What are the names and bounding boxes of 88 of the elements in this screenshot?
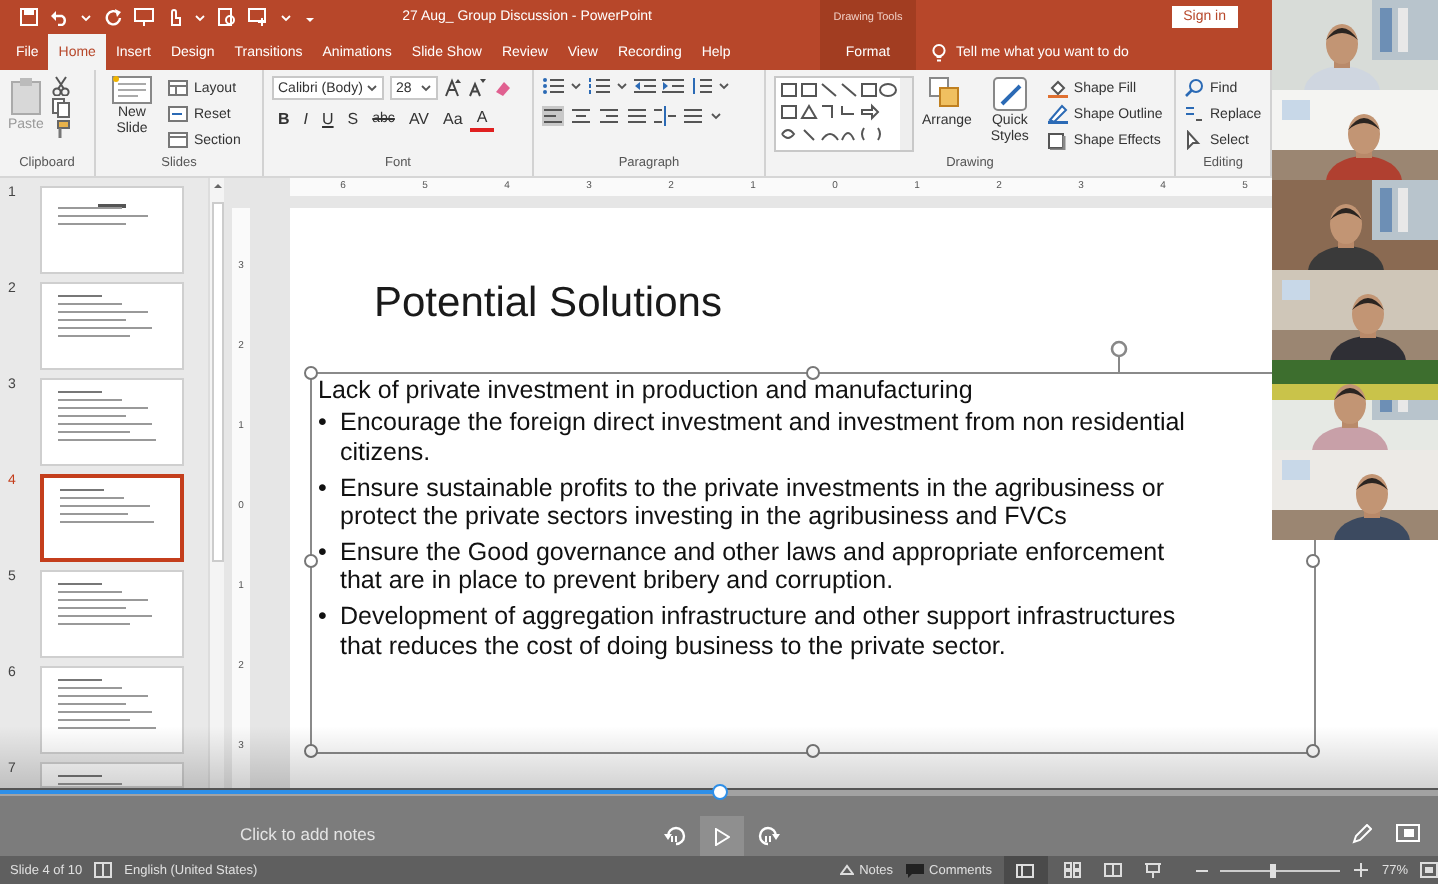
play-button[interactable] xyxy=(700,816,744,856)
resize-handle[interactable] xyxy=(1306,743,1320,758)
reading-view-icon[interactable] xyxy=(1104,862,1123,878)
bullet-text: Development of aggregation infrastructure and other support infrastructures that reduces the cost of doing business to the private sector. xyxy=(340,602,1178,661)
arrange-icon xyxy=(928,76,965,112)
resize-handle[interactable] xyxy=(304,554,318,569)
format-painter-icon[interactable] xyxy=(51,120,70,140)
numbering-icon[interactable] xyxy=(588,76,610,96)
rotate-handle-icon[interactable] xyxy=(1110,339,1128,372)
normal-view-button[interactable] xyxy=(1003,856,1048,884)
copy-icon[interactable] xyxy=(51,98,70,118)
reset-icon xyxy=(168,106,188,122)
caret-icon[interactable] xyxy=(366,82,378,94)
pencil-icon[interactable] xyxy=(1352,824,1372,844)
fit-to-window-icon[interactable] xyxy=(1420,862,1438,878)
zoom-in-icon[interactable] xyxy=(1351,862,1370,878)
play-icon xyxy=(714,827,730,845)
zoom-slider-thumb[interactable] xyxy=(1270,863,1277,877)
cursor-icon xyxy=(1184,130,1204,150)
format-button[interactable]: A xyxy=(470,108,494,132)
format-button[interactable]: AV xyxy=(402,108,436,132)
forward-icon[interactable] xyxy=(756,824,780,848)
caret-icon[interactable] xyxy=(710,110,722,122)
format-button[interactable]: I xyxy=(297,108,315,132)
bullet-text: Ensure the Good governance and other laws and appropriate enforcement that are in place to prevent bribery and corruption. xyxy=(340,537,1167,597)
format-button[interactable]: Aa xyxy=(437,108,469,132)
scrollbar-thumb[interactable] xyxy=(212,201,224,562)
format-button[interactable]: S xyxy=(341,108,365,132)
clipboard-icon xyxy=(9,76,42,116)
slide-title: Potential Solutions xyxy=(374,279,722,330)
increase-indent-icon[interactable] xyxy=(662,76,684,96)
accessibility-icon[interactable] xyxy=(94,862,113,878)
shapes-gallery-drawing[interactable] xyxy=(774,76,914,152)
theater-mode-icon[interactable] xyxy=(1396,824,1420,842)
resize-handle[interactable] xyxy=(805,743,819,758)
resize-handle[interactable] xyxy=(1306,554,1320,569)
shape-effects-icon xyxy=(1047,130,1068,150)
paint-bucket-icon xyxy=(1047,78,1068,98)
caret-icon[interactable] xyxy=(420,82,432,94)
print-preview-icon[interactable] xyxy=(218,8,236,26)
lightbulb-icon xyxy=(932,43,946,61)
bullet-marker: • xyxy=(318,602,329,632)
rewind-icon[interactable] xyxy=(664,824,688,848)
screen-add-icon[interactable] xyxy=(248,8,268,26)
save-icon[interactable] xyxy=(20,8,38,26)
bullet-text: Ensure sustainable profits to the private investments in the agribusiness or protect the private sectors investing in the agribusiness and FVCs xyxy=(340,473,1167,532)
resize-handle[interactable] xyxy=(805,365,819,380)
resize-handle[interactable] xyxy=(304,743,318,758)
redo-icon[interactable] xyxy=(104,8,122,26)
grow-font-icon[interactable] xyxy=(444,78,462,98)
align-text-icon[interactable] xyxy=(682,106,704,126)
format-button[interactable]: U xyxy=(316,108,340,132)
replace-icon xyxy=(1184,104,1204,124)
bullet-text: Encourage the foreign direct investment and investment from non residential citizens. xyxy=(340,408,1187,468)
caret-icon[interactable] xyxy=(570,80,582,92)
caret-icon[interactable] xyxy=(718,80,730,92)
format-button[interactable]: B xyxy=(272,108,296,132)
justify-icon[interactable] xyxy=(626,106,648,126)
bullet-marker: • xyxy=(318,473,329,503)
slide-thumbnail[interactable] xyxy=(40,473,184,562)
hand-icon[interactable] xyxy=(166,8,182,26)
columns-icon[interactable] xyxy=(654,106,676,126)
layout-icon xyxy=(168,80,188,96)
new-slide-icon xyxy=(112,76,152,104)
bullet-marker: • xyxy=(318,408,329,439)
slideshow-view-icon[interactable] xyxy=(1144,862,1163,878)
presentation-icon[interactable] xyxy=(134,8,154,26)
cut-icon[interactable] xyxy=(51,76,70,96)
line-spacing-icon[interactable] xyxy=(690,76,712,96)
quick-styles-icon xyxy=(991,76,1028,112)
shrink-font-icon[interactable] xyxy=(468,78,486,98)
decrease-indent-icon[interactable] xyxy=(634,76,656,96)
resize-handle[interactable] xyxy=(304,365,318,380)
search-icon xyxy=(1184,78,1204,98)
normal-view-icon xyxy=(1016,863,1035,877)
pen-icon xyxy=(1047,104,1068,124)
body-heading: Lack of private investment in production and manufacturing xyxy=(318,375,975,405)
caret-up-icon xyxy=(839,864,854,876)
undo-icon[interactable] xyxy=(50,8,68,26)
bullet-marker: • xyxy=(318,537,329,567)
caret-icon[interactable] xyxy=(616,80,628,92)
align-center-icon[interactable] xyxy=(570,106,592,126)
comment-icon xyxy=(905,863,924,877)
align-right-icon[interactable] xyxy=(598,106,620,126)
bullets-icon[interactable] xyxy=(542,76,564,96)
align-left-icon[interactable] xyxy=(542,106,564,126)
slide-sorter-icon[interactable] xyxy=(1064,862,1083,878)
section-icon xyxy=(168,132,188,148)
